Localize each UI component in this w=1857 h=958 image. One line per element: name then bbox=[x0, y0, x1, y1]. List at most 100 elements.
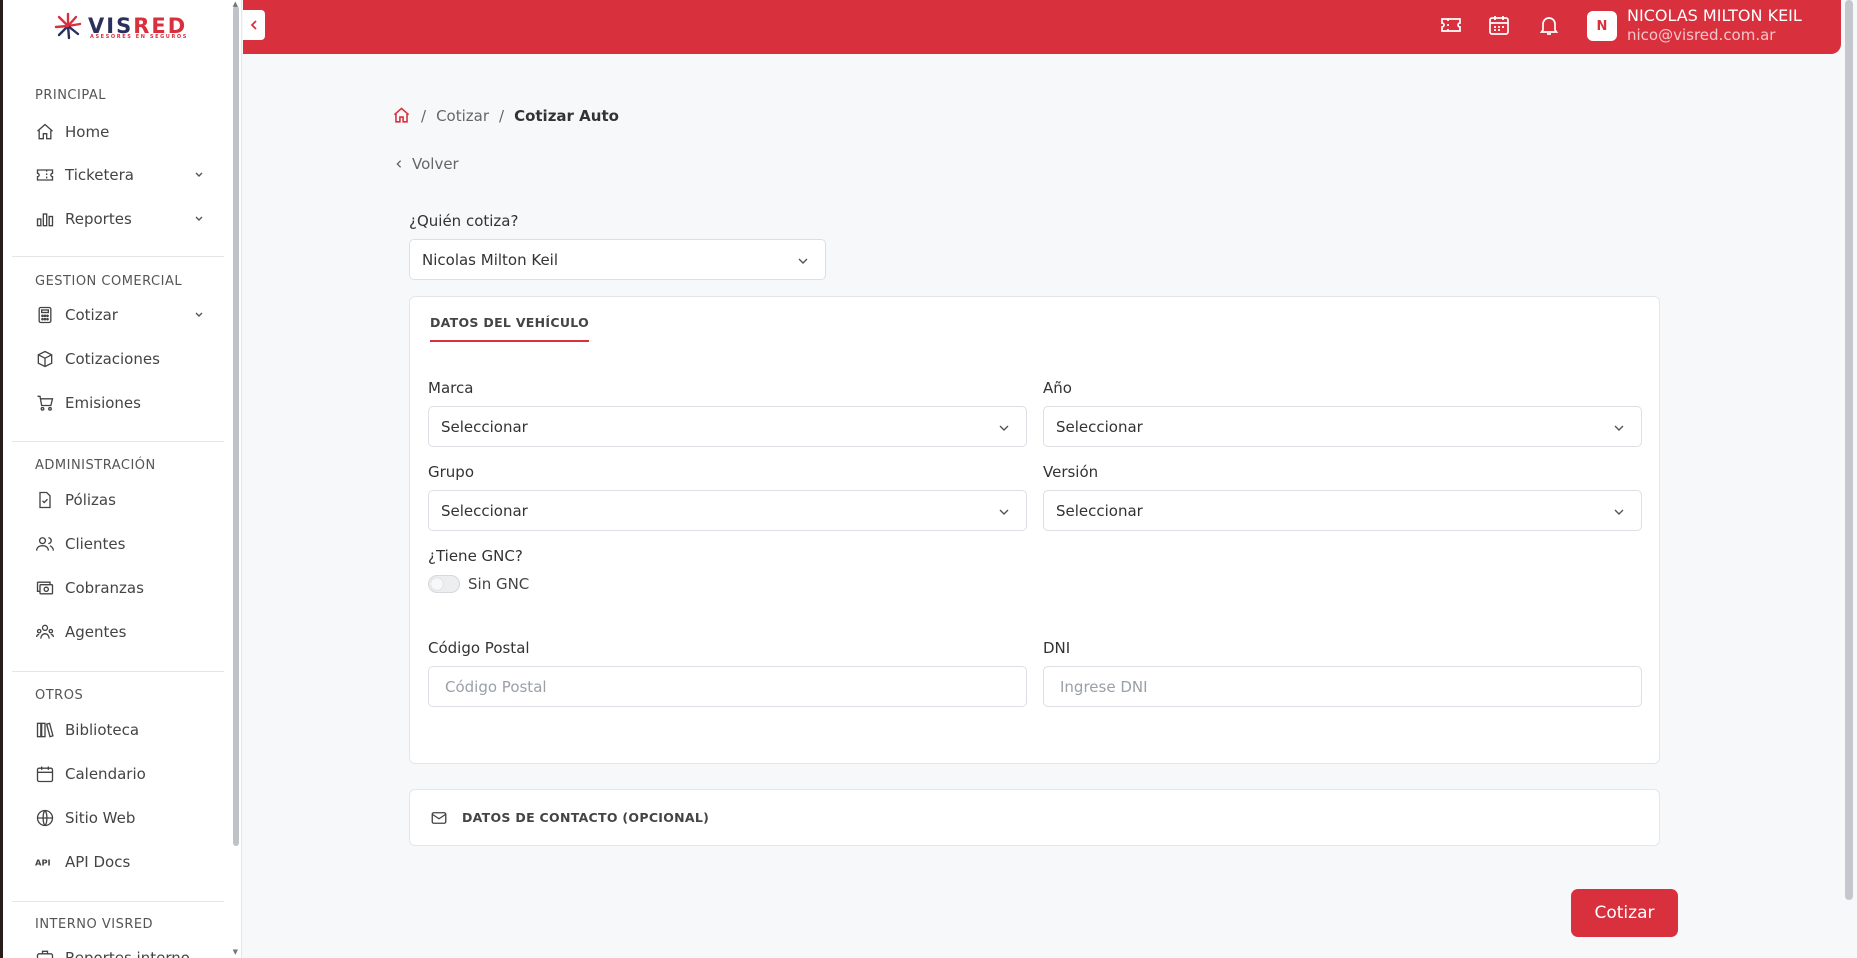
api-icon: API bbox=[35, 857, 51, 867]
sidebar-divider bbox=[12, 901, 224, 902]
codigo-postal-placeholder: Código Postal bbox=[445, 677, 547, 696]
sidebar-item-emisiones[interactable]: Emisiones bbox=[35, 388, 205, 418]
sidebar-item-clientes[interactable]: Clientes bbox=[35, 529, 205, 559]
anio-label: Año bbox=[1043, 379, 1072, 397]
anio-value: Seleccionar bbox=[1056, 417, 1143, 436]
section-interno: INTERNO VISRED bbox=[35, 917, 154, 932]
back-link[interactable]: Volver bbox=[394, 155, 459, 173]
file-check-icon bbox=[39, 491, 51, 509]
chevron-down-icon bbox=[798, 258, 808, 264]
chevron-down-icon bbox=[999, 425, 1009, 431]
scroll-up-icon[interactable]: ▲ bbox=[233, 0, 238, 8]
tab-datos-vehiculo[interactable]: DATOS DEL VEHÍCULO bbox=[430, 315, 590, 342]
dni-input[interactable]: Ingrese DNI bbox=[1043, 666, 1642, 707]
dni-label: DNI bbox=[1043, 639, 1071, 657]
contact-data-card[interactable]: DATOS DE CONTACTO (OPCIONAL) bbox=[409, 789, 1660, 846]
sidebar-scrollbar[interactable] bbox=[233, 6, 239, 846]
sidebar-item-label: Calendario bbox=[65, 765, 146, 783]
home-icon[interactable] bbox=[392, 106, 411, 125]
breadcrumb-cotizar[interactable]: Cotizar bbox=[436, 107, 489, 125]
sidebar-item-label: API Docs bbox=[65, 853, 131, 871]
sidebar-item-label: Cobranzas bbox=[65, 579, 144, 597]
gnc-toggle-label: Sin GNC bbox=[468, 575, 530, 593]
grupo-value: Seleccionar bbox=[441, 501, 528, 520]
cart-icon bbox=[37, 395, 54, 411]
sidebar-item-label: Ticketera bbox=[65, 166, 134, 184]
calendar-icon bbox=[36, 766, 54, 783]
sidebar-item-label: Clientes bbox=[65, 535, 126, 553]
chevron-down-icon bbox=[195, 312, 203, 317]
logo-subtitle: ASESORES EN SEGUROS bbox=[90, 34, 188, 40]
globe-icon bbox=[36, 809, 54, 827]
sidebar-item-agentes[interactable]: Agentes bbox=[35, 617, 205, 647]
breadcrumb-separator: / bbox=[499, 106, 505, 125]
breadcrumb-current: Cotizar Auto bbox=[514, 106, 619, 125]
bell-icon[interactable] bbox=[1537, 13, 1561, 37]
chevron-left-icon bbox=[396, 160, 402, 168]
collapse-sidebar-button[interactable] bbox=[243, 10, 265, 40]
sidebar-item-label: Biblioteca bbox=[65, 721, 140, 739]
sidebar-item-biblioteca[interactable]: Biblioteca bbox=[35, 715, 205, 745]
agents-icon bbox=[36, 624, 54, 639]
vehicle-data-card: DATOS DEL VEHÍCULO Marca Seleccionar Año… bbox=[409, 296, 1660, 764]
calculator-icon bbox=[38, 306, 52, 324]
anio-select[interactable]: Seleccionar bbox=[1043, 406, 1642, 447]
grupo-select[interactable]: Seleccionar bbox=[428, 490, 1027, 531]
svg-text:API: API bbox=[35, 857, 51, 867]
sidebar-item-label: Agentes bbox=[65, 623, 127, 641]
grupo-label: Grupo bbox=[428, 463, 474, 481]
sidebar-item-sitio-web[interactable]: Sitio Web bbox=[35, 803, 205, 833]
sidebar-item-label: Sitio Web bbox=[65, 809, 136, 827]
cotizar-button[interactable]: Cotizar bbox=[1571, 889, 1678, 937]
sidebar-item-cobranzas[interactable]: Cobranzas bbox=[35, 573, 205, 603]
brand-logo[interactable]: VISRED ASESORES EN SEGUROS bbox=[54, 12, 187, 40]
sidebar-divider bbox=[12, 256, 224, 257]
user-email: nico@visred.com.ar bbox=[1627, 26, 1776, 44]
sidebar-item-label: Home bbox=[65, 123, 110, 141]
main-scrollbar[interactable] bbox=[1845, 0, 1853, 900]
chevron-down-icon bbox=[195, 216, 203, 221]
marca-select[interactable]: Seleccionar bbox=[428, 406, 1027, 447]
section-admin: ADMINISTRACIÓN bbox=[35, 458, 156, 473]
logo-burst-icon bbox=[54, 12, 82, 40]
sidebar-item-label: Emisiones bbox=[65, 394, 141, 412]
codigo-postal-label: Código Postal bbox=[428, 639, 530, 657]
version-value: Seleccionar bbox=[1056, 501, 1143, 520]
section-otros: OTROS bbox=[35, 688, 84, 703]
sidebar-item-label: Pólizas bbox=[65, 491, 116, 509]
section-gestion: GESTION COMERCIAL bbox=[35, 274, 183, 289]
cash-icon bbox=[36, 581, 54, 595]
sidebar-item-calendario[interactable]: Calendario bbox=[35, 759, 205, 789]
breadcrumb-separator: / bbox=[421, 106, 427, 125]
avatar[interactable]: N bbox=[1587, 11, 1617, 41]
marca-value: Seleccionar bbox=[441, 417, 528, 436]
home-icon bbox=[37, 123, 53, 140]
sidebar-item-cotizar[interactable]: Cotizar bbox=[35, 300, 205, 330]
sidebar-item-home[interactable]: Home bbox=[35, 117, 205, 147]
sidebar-item-api-docs[interactable]: API API Docs bbox=[35, 847, 205, 877]
ticket-icon[interactable] bbox=[1439, 13, 1463, 37]
marca-label: Marca bbox=[428, 379, 474, 397]
quien-cotiza-select[interactable]: Nicolas Milton Keil bbox=[409, 239, 826, 280]
users-icon bbox=[36, 537, 54, 551]
version-select[interactable]: Seleccionar bbox=[1043, 490, 1642, 531]
codigo-postal-input[interactable]: Código Postal bbox=[428, 666, 1027, 707]
chevron-down-icon bbox=[999, 509, 1009, 515]
gnc-toggle[interactable] bbox=[428, 575, 460, 593]
sidebar-item-polizas[interactable]: Pólizas bbox=[35, 485, 205, 515]
sidebar-item-ticketera[interactable]: Ticketera bbox=[35, 160, 205, 190]
package-icon bbox=[37, 350, 53, 368]
back-label: Volver bbox=[412, 155, 459, 173]
chevron-down-icon bbox=[1614, 509, 1624, 515]
library-icon bbox=[36, 722, 54, 738]
scroll-down-icon[interactable]: ▼ bbox=[233, 948, 238, 956]
user-name[interactable]: NICOLAS MILTON KEIL bbox=[1627, 6, 1802, 25]
sidebar-item-reportes-interno[interactable]: Reportes interno bbox=[35, 943, 205, 958]
version-label: Versión bbox=[1043, 463, 1099, 481]
sidebar-divider bbox=[12, 671, 224, 672]
sidebar-item-reportes[interactable]: Reportes bbox=[35, 204, 205, 234]
sidebar-item-label: Cotizaciones bbox=[65, 350, 160, 368]
calendar-icon[interactable] bbox=[1487, 13, 1511, 37]
sidebar-item-cotizaciones[interactable]: Cotizaciones bbox=[35, 344, 205, 374]
section-principal: PRINCIPAL bbox=[35, 88, 106, 103]
